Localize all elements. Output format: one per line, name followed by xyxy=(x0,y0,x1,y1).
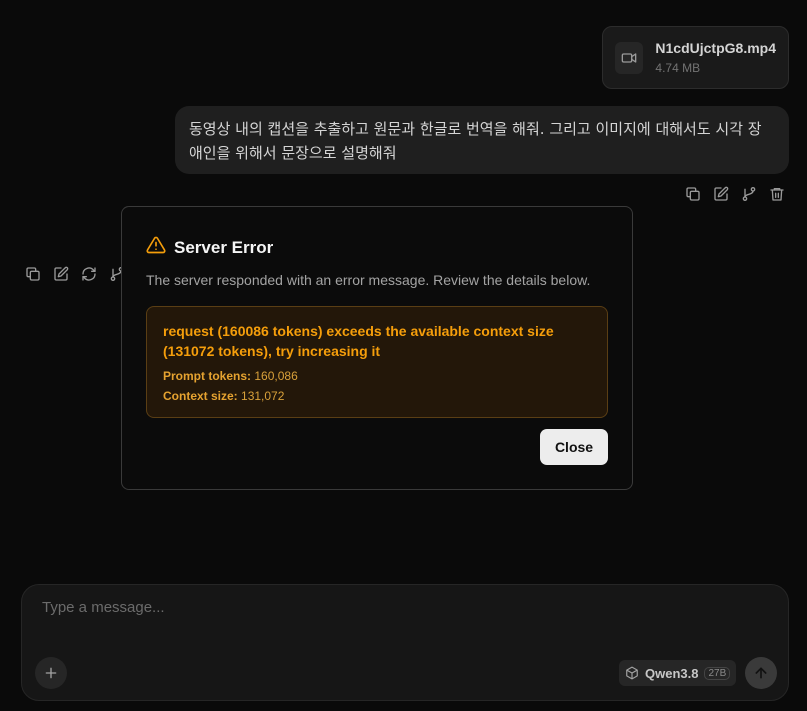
prompt-tokens-label: Prompt tokens: xyxy=(163,369,252,383)
assistant-message-actions xyxy=(25,266,125,282)
edit-icon[interactable] xyxy=(53,266,69,282)
video-icon xyxy=(615,41,644,74)
close-button[interactable]: Close xyxy=(540,429,608,465)
attachment-card[interactable]: N1cdUjctpG8.mp4 4.74 MB xyxy=(602,26,789,89)
edit-icon[interactable] xyxy=(713,186,729,202)
add-attachment-button[interactable] xyxy=(35,657,67,689)
dialog-title: Server Error xyxy=(146,235,608,260)
attachment-file-name: N1cdUjctpG8.mp4 xyxy=(655,40,776,56)
plus-icon xyxy=(45,667,57,679)
user-message: 동영상 내의 캡션을 추출하고 원문과 한글로 번역을 해줘. 그리고 이미지에… xyxy=(175,106,789,174)
prompt-tokens-value: 160,086 xyxy=(254,369,298,383)
dialog-description: The server responded with an error messa… xyxy=(146,272,591,288)
branch-icon[interactable] xyxy=(741,186,757,202)
user-message-actions xyxy=(685,186,785,202)
model-name: Qwen3.8 xyxy=(645,665,699,681)
message-composer: Qwen3.8 27B xyxy=(21,584,789,701)
context-size-value: 131,072 xyxy=(241,389,285,403)
dialog-title-text: Server Error xyxy=(174,237,274,257)
context-size-label: Context size: xyxy=(163,389,238,403)
model-size-badge: 27B xyxy=(704,666,731,680)
copy-icon[interactable] xyxy=(685,186,701,202)
prompt-tokens-row: Prompt tokens: 160,086 xyxy=(163,369,591,383)
copy-icon[interactable] xyxy=(25,266,41,282)
arrow-up-icon xyxy=(755,667,767,679)
context-size-row: Context size: 131,072 xyxy=(163,389,591,403)
error-dialog: Server Error The server responded with a… xyxy=(121,206,633,490)
message-input[interactable] xyxy=(42,599,762,616)
send-button[interactable] xyxy=(745,657,777,689)
attachment-file-size: 4.74 MB xyxy=(655,61,701,75)
warning-icon xyxy=(146,235,166,260)
cube-icon xyxy=(626,666,638,680)
error-message: request (160086 tokens) exceeds the avai… xyxy=(163,323,554,359)
model-selector[interactable]: Qwen3.8 27B xyxy=(619,660,737,686)
error-details-box: request (160086 tokens) exceeds the avai… xyxy=(146,306,608,418)
trash-icon[interactable] xyxy=(769,186,785,202)
regenerate-icon[interactable] xyxy=(81,266,97,282)
